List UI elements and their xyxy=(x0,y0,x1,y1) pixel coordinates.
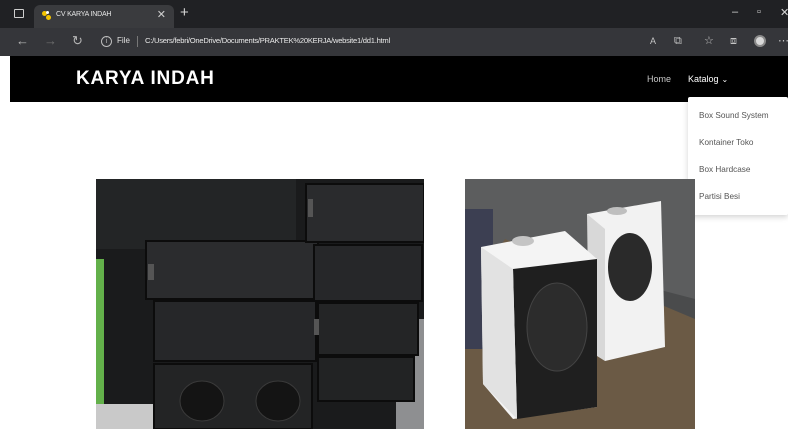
site-favicon-icon xyxy=(42,11,51,20)
profile-avatar[interactable] xyxy=(754,35,766,47)
katalog-dropdown: Box Sound System Kontainer Toko Box Hard… xyxy=(688,97,788,215)
chevron-down-icon: ⌄ xyxy=(721,75,729,84)
product-image-white-speakers[interactable] xyxy=(465,179,695,429)
dropdown-item-kontainer-toko[interactable]: Kontainer Toko xyxy=(699,138,753,147)
nav-katalog-label: Katalog xyxy=(688,74,719,84)
tab-close-icon[interactable]: ✕ xyxy=(157,8,166,21)
address-bar[interactable]: C:/Users/febri/OneDrive/Documents/PRAKTE… xyxy=(145,36,390,45)
site-brand[interactable]: KARYA INDAH xyxy=(76,68,215,90)
new-tab-icon[interactable]: + xyxy=(180,4,189,22)
nav-home[interactable]: Home xyxy=(647,74,671,84)
favorites-icon[interactable]: ☆ xyxy=(704,34,714,48)
file-scheme-label: File xyxy=(117,36,130,45)
read-aloud-icon[interactable]: A xyxy=(650,34,656,48)
browser-tab[interactable]: CV KARYA INDAH ✕ xyxy=(34,5,174,28)
product-image-speaker-boxes[interactable] xyxy=(96,179,424,429)
url-divider xyxy=(137,36,138,47)
browser-toolbar: ← → ↻ i File C:/Users/febri/OneDrive/Doc… xyxy=(0,28,788,56)
nav-katalog[interactable]: Katalog ⌄ xyxy=(688,74,728,84)
site-info-icon[interactable]: i xyxy=(101,36,112,47)
minimize-icon[interactable]: – xyxy=(732,6,738,18)
back-icon[interactable]: ← xyxy=(16,34,29,48)
forward-icon[interactable]: → xyxy=(44,34,57,48)
window-menu-icon[interactable] xyxy=(14,9,24,18)
browser-tab-bar: CV KARYA INDAH ✕ + – ▫ ✕ xyxy=(0,0,788,28)
dropdown-item-partisi-besi[interactable]: Partisi Besi xyxy=(699,192,740,201)
close-window-icon[interactable]: ✕ xyxy=(780,6,788,19)
dropdown-item-box-sound-system[interactable]: Box Sound System xyxy=(699,111,769,120)
site-navbar: KARYA INDAH Home Katalog ⌄ xyxy=(10,56,788,102)
tab-title: CV KARYA INDAH xyxy=(56,11,112,18)
extension-icon[interactable]: ⧉ xyxy=(674,34,682,48)
restore-icon[interactable]: ▫ xyxy=(757,6,761,18)
collections-icon[interactable]: ⧈ xyxy=(730,34,737,48)
dropdown-item-box-hardcase[interactable]: Box Hardcase xyxy=(699,165,750,174)
more-menu-icon[interactable]: ⋯ xyxy=(778,34,788,48)
refresh-icon[interactable]: ↻ xyxy=(72,34,83,48)
